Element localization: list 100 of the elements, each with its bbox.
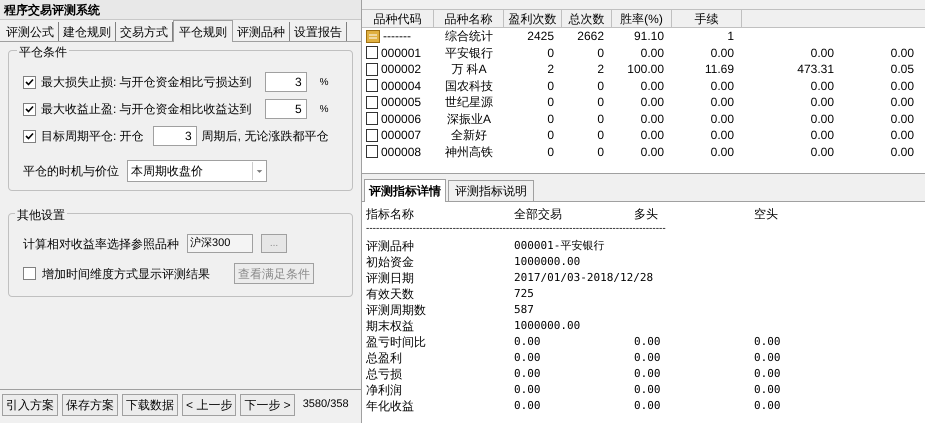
table-cell-text: 0 — [547, 94, 554, 112]
table-cell-text: 0.00 — [890, 127, 914, 144]
column-header[interactable]: 胜率(%) — [612, 10, 672, 27]
separator-line: ------------------------------------------------------------------------------------------ — [366, 222, 667, 236]
table-cell-text: 0 — [597, 78, 604, 95]
table-cell-text: 0.00 — [514, 382, 542, 398]
tab[interactable]: 评测公式 — [2, 22, 59, 41]
column-header: 多头 — [634, 206, 659, 222]
table-cell-text: 盈亏时间比 — [366, 334, 427, 350]
table-cell-text: 总亏损 — [366, 366, 403, 382]
table-cell-text: 0 — [597, 144, 604, 161]
table-cell-text: 初始资金 — [366, 254, 415, 270]
table-cell-text: 0.00 — [640, 44, 664, 62]
tab[interactable]: 评测指标详情 — [364, 179, 446, 202]
table-cell-text: 评测品种 — [366, 238, 415, 254]
table-cell-text: 0.00 — [640, 127, 664, 144]
timing-label: 平仓的时机与价位 — [23, 163, 119, 180]
table-cell-text: 1000000.00 — [514, 318, 582, 334]
table-cell-text: 年化收益 — [366, 398, 415, 414]
table-cell-text: 0 — [597, 110, 604, 128]
table-cell-text: 0.00 — [890, 144, 914, 161]
table-cell-text: 000007 — [381, 127, 422, 144]
column-header[interactable]: 总次数 — [562, 10, 612, 27]
table-cell-text: 0.00 — [634, 366, 662, 382]
toolbar-button[interactable]: 保存方案 — [62, 394, 118, 416]
checkbox[interactable] — [23, 130, 36, 142]
tab[interactable]: 建仓规则 — [59, 22, 116, 41]
document-icon — [366, 96, 378, 109]
table-cell-text: 0.00 — [754, 334, 782, 350]
table-cell: 2017/01/03-2018/12/28 — [514, 270, 654, 286]
table-cell-text: 净利润 — [366, 382, 403, 398]
unit-label: 周期后, 无论涨跌都平仓 — [202, 128, 328, 145]
table-cell-text: 0.00 — [710, 110, 734, 128]
table-cell-text: 2 — [547, 61, 554, 78]
table-cell-text: 0 — [547, 44, 554, 62]
group-title: 平仓条件 — [17, 43, 69, 61]
table-cell-text: 2 — [597, 61, 604, 78]
table-cell-text: 评测周期数 — [366, 302, 427, 318]
checkbox[interactable] — [23, 102, 36, 116]
table-cell-text: 0.00 — [710, 44, 734, 62]
group-title: 其他设置 — [15, 206, 67, 224]
document-icon — [366, 145, 378, 158]
table-cell-text: 0.00 — [634, 334, 662, 350]
table-cell-text: 000005 — [381, 94, 422, 112]
table-cell-text: 0.00 — [810, 110, 834, 128]
column-header[interactable]: 手续 — [672, 10, 742, 27]
table-cell-text: 000001 — [381, 44, 422, 62]
check-icon — [25, 78, 34, 86]
table-cell-text: 期末权益 — [366, 318, 415, 334]
table-cell-text: 0.00 — [514, 366, 542, 382]
timing-dropdown[interactable]: 本周期收盘价 — [127, 160, 267, 182]
table-cell-text: 0.00 — [890, 110, 914, 128]
number-field[interactable]: 3 — [264, 72, 307, 92]
table-cell-text: 587 — [514, 302, 535, 318]
table-cell-text: 473.31 — [797, 61, 834, 78]
table-cell-text: 有效天数 — [366, 286, 415, 302]
check-icon — [25, 132, 34, 140]
document-icon — [366, 62, 378, 76]
tab[interactable]: 评测指标说明 — [448, 180, 534, 201]
table-cell-text: 000001-平安银行 — [514, 238, 606, 254]
folder-icon — [366, 30, 380, 43]
condition-label: 最大收益止盈: 与开仓资金相比收益达到 — [41, 101, 252, 118]
table-cell-text: 0.00 — [514, 350, 542, 366]
tab[interactable]: 设置报告 — [290, 22, 347, 41]
table-cell-text: 0.00 — [640, 94, 664, 112]
toolbar-button[interactable]: 下载数据 — [122, 394, 178, 416]
table-cell-text: 0.05 — [890, 61, 914, 78]
table-cell-text: 神州高铁 — [445, 144, 493, 161]
number-field[interactable]: 3 — [152, 126, 197, 146]
table-cell-text: 0.00 — [710, 78, 734, 95]
table-cell-text: 0 — [597, 127, 604, 144]
table-cell-text: 91.10 — [634, 28, 664, 46]
reference-field[interactable]: 沪深300 — [187, 234, 253, 253]
column-header[interactable]: 品种名称 — [434, 10, 504, 27]
column-header[interactable]: 品种代码 — [362, 10, 434, 27]
table-cell-text: 0.00 — [810, 44, 834, 62]
table-cell-text: 0.00 — [710, 144, 734, 161]
table-cell-text: 0.00 — [710, 94, 734, 112]
tab[interactable]: 评测品种 — [233, 22, 290, 41]
toolbar-button[interactable]: 下一步 > — [240, 394, 295, 416]
tab[interactable]: 平仓规则 — [173, 20, 233, 42]
table-cell-text: 0.00 — [634, 398, 662, 414]
number-field[interactable]: 5 — [264, 99, 307, 119]
table-cell-text: 总盈利 — [366, 350, 403, 366]
table-cell-text: 0.00 — [514, 398, 542, 414]
table-cell-text: 0 — [597, 44, 604, 62]
toolbar-button[interactable]: 引入方案 — [2, 394, 58, 416]
toolbar-button[interactable]: < 上一步 — [182, 394, 236, 416]
column-header: 全部交易 — [514, 206, 563, 222]
column-header[interactable]: 盈利次数 — [504, 10, 562, 27]
table-cell-text: 0 — [547, 110, 554, 128]
checkbox[interactable] — [23, 267, 36, 280]
checkbox[interactable] — [23, 76, 36, 88]
table-cell-text: 0.00 — [890, 44, 914, 62]
table-cell-text: 2662 — [577, 28, 604, 46]
reference-label: 计算相对收益率选择参照品种 — [23, 236, 179, 252]
condition-label: 目标周期平仓: 开仓 — [41, 128, 144, 145]
table-cell-text: 0.00 — [634, 350, 662, 366]
table-cell-text: 725 — [514, 286, 535, 302]
table-cell-text: 100.00 — [627, 61, 664, 78]
